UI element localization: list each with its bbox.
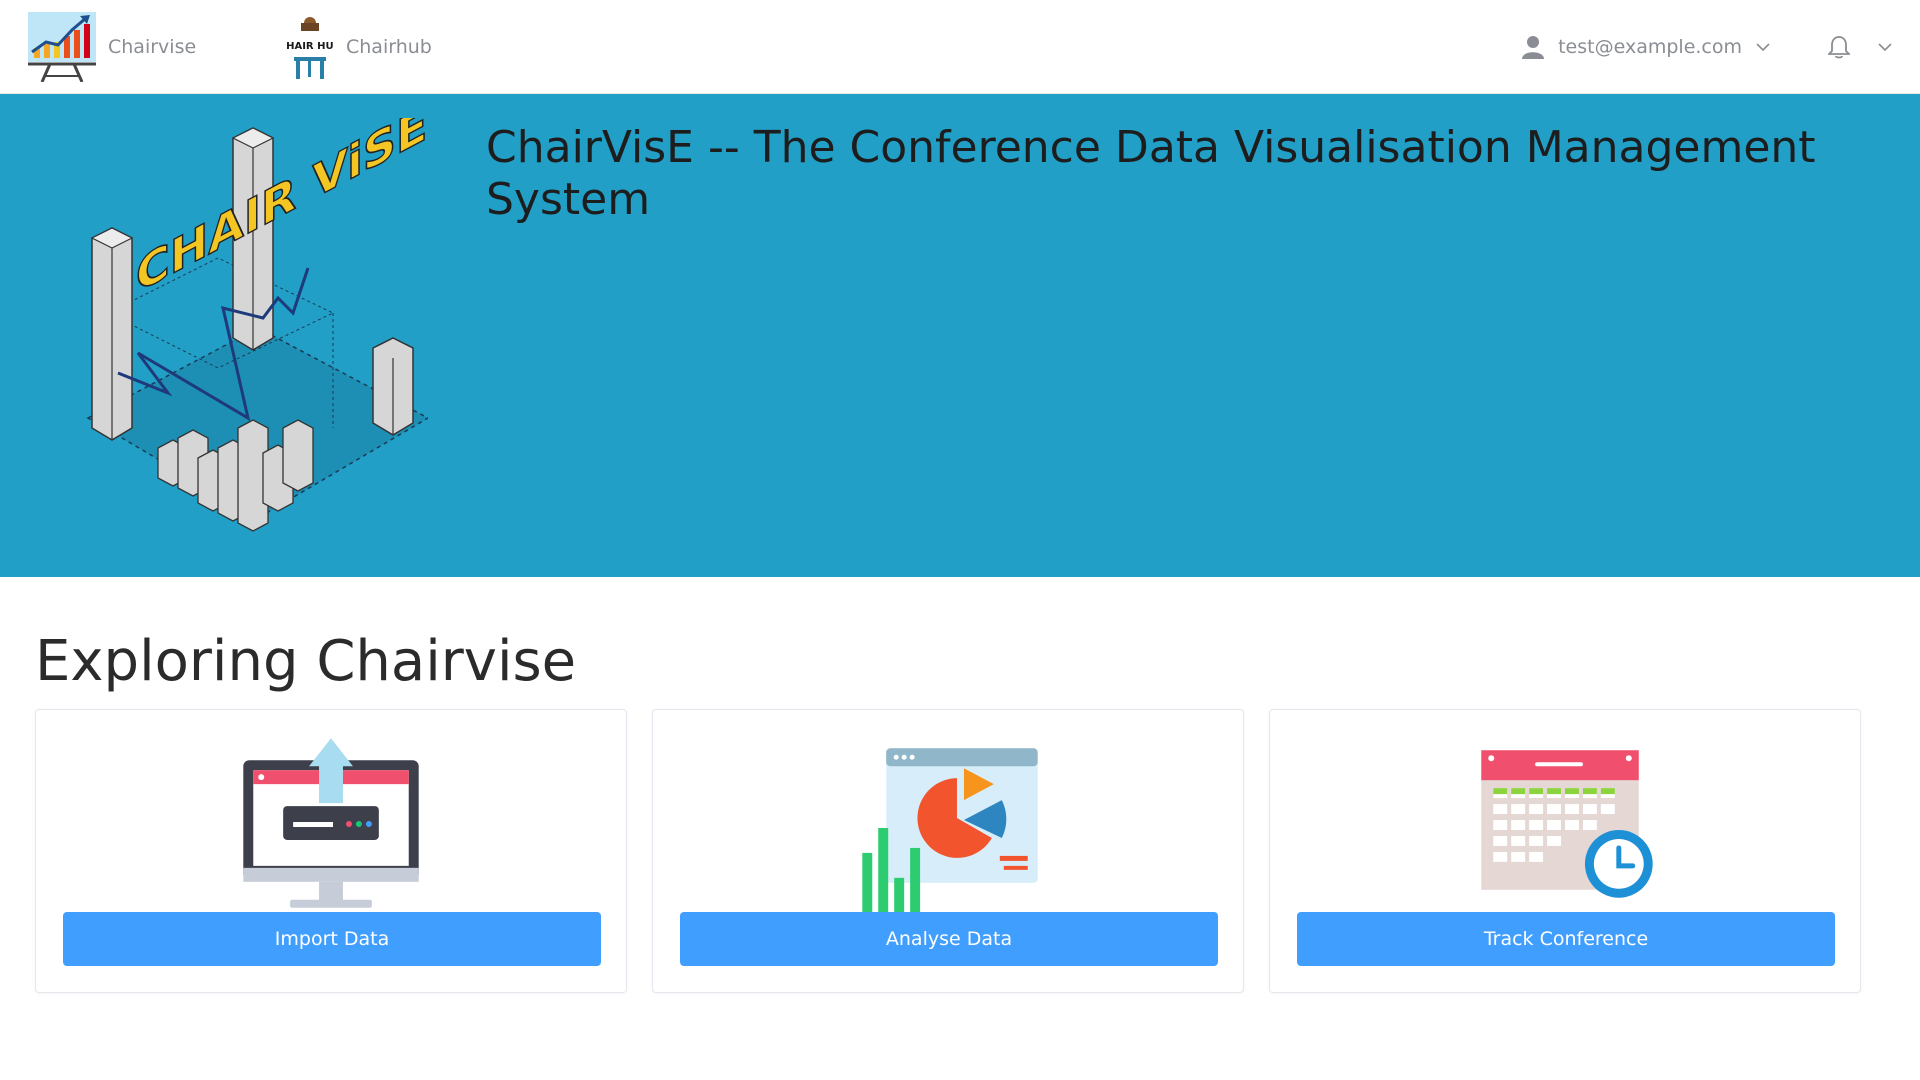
- track-conference-button[interactable]: Track Conference: [1297, 912, 1835, 966]
- section-title: Exploring Chairvise: [35, 629, 577, 694]
- chairhub-logo-text: CHAIR HUB: [286, 41, 334, 52]
- chevron-down-icon: [1878, 42, 1892, 51]
- hero-title: ChairVisE -- The Conference Data Visuali…: [486, 122, 1816, 225]
- top-navbar: Chairvise CHAIR HUB Chairhub test@exampl…: [0, 0, 1920, 94]
- import-data-button[interactable]: Import Data: [63, 912, 601, 966]
- track-conference-card: Track Conference: [1269, 709, 1861, 993]
- hero-logo-text: CHAIR ViSE: [136, 118, 427, 304]
- chairhub-logo-icon: CHAIR HUB: [286, 16, 334, 79]
- monitor-upload-icon: [243, 738, 419, 908]
- nav-chairvise-link[interactable]: Chairvise: [28, 0, 196, 93]
- user-icon: [1522, 35, 1545, 59]
- bell-icon: [1828, 35, 1850, 58]
- import-data-card: Import Data: [35, 709, 627, 993]
- chairvise-hero-logo-icon: CHAIR ViSE: [86, 118, 428, 532]
- chairvise-logo-icon: [28, 11, 96, 82]
- nav-chairvise-label: Chairvise: [108, 35, 197, 58]
- nav-chairhub-link[interactable]: CHAIR HUB Chairhub: [286, 0, 432, 93]
- user-menu-dropdown[interactable]: test@example.com: [1522, 0, 1770, 93]
- analyse-data-card: Analyse Data: [652, 709, 1244, 993]
- analytics-chart-icon: [862, 748, 1038, 913]
- chevron-down-icon: [1756, 42, 1770, 51]
- nav-chairhub-label: Chairhub: [346, 35, 432, 58]
- analyse-data-button[interactable]: Analyse Data: [680, 912, 1218, 966]
- user-email: test@example.com: [1558, 35, 1742, 58]
- notifications-dropdown[interactable]: [1828, 0, 1892, 93]
- calendar-clock-icon: [1481, 750, 1653, 898]
- hero-banner: CHAIR ViSE ChairVisE -- The Conference D…: [0, 94, 1920, 577]
